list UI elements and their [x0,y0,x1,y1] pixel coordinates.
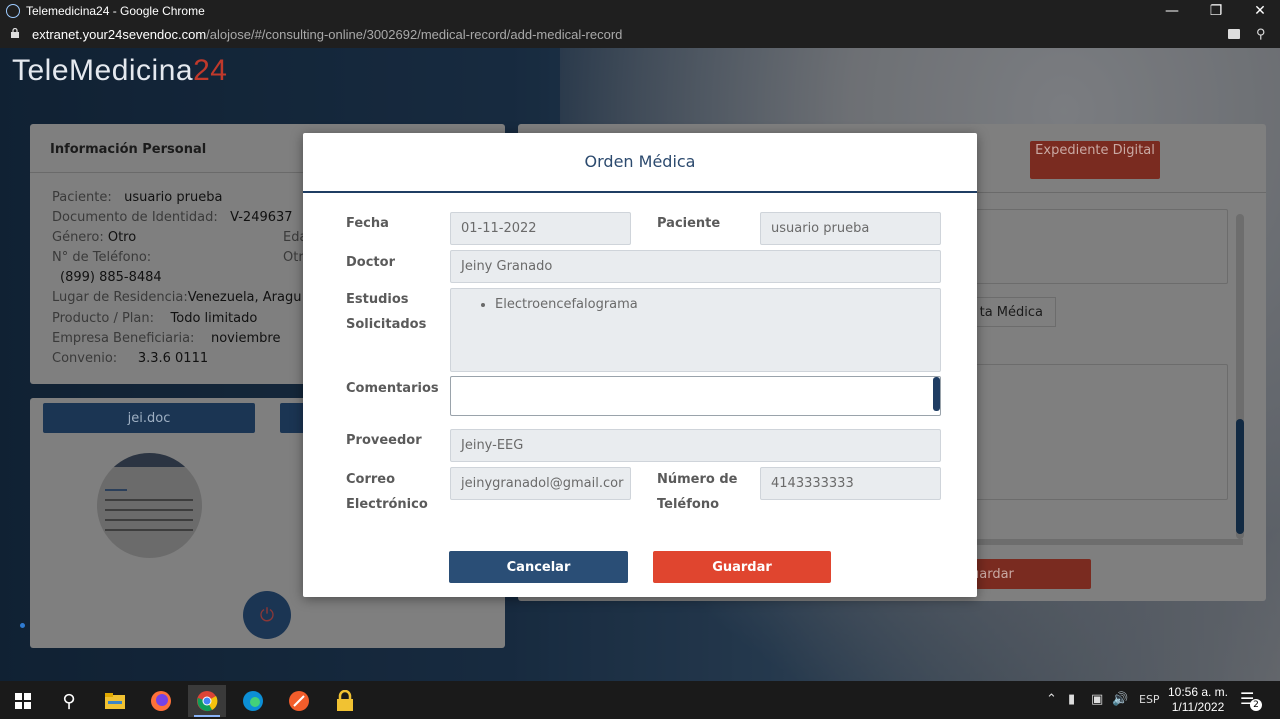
studies-label: Estudios [346,292,409,307]
info-row-agreement: Convenio: 3.3.6 0111 [52,351,209,366]
windows-taskbar: ⚲ ⌃ ▮ ▣ 🔊 ESP 10:56 a. m. 1/11/2022 ☰ 2 [0,681,1280,719]
studies-list: Electroencefalograma [495,297,930,312]
modal-title-divider [303,191,977,193]
firefox-icon[interactable] [142,685,180,717]
address-bar[interactable]: extranet.your24sevendoc.com/alojose/#/co… [0,22,1280,48]
end-call-power-icon[interactable]: ⏻ [243,591,291,639]
record-horizontal-scrollbar[interactable] [968,539,1243,545]
windows-start-icon[interactable] [4,685,42,717]
lock-icon [11,28,19,38]
notifications-icon[interactable]: ☰ 2 [1240,689,1262,711]
active-app-indicator [194,715,220,717]
taskbar-clock[interactable]: 10:56 a. m. 1/11/2022 [1160,685,1236,715]
compass-app-icon[interactable] [280,685,318,717]
digital-record-button[interactable]: Expediente Digital [1030,141,1160,179]
provider-field[interactable]: Jeiny-EEG [450,429,941,462]
language-indicator[interactable]: ESP [1139,693,1160,706]
video-preview-row [105,529,193,531]
email-label-2: Electrónico [346,497,428,512]
close-icon[interactable]: ✕ [1240,0,1280,22]
edge-icon[interactable] [234,685,272,717]
clock-date: 1/11/2022 [1171,700,1225,714]
chrome-icon[interactable] [188,685,226,717]
provider-label: Proveedor [346,433,422,448]
logo-accent: 24 [193,54,228,87]
info-row-other-label: Otr [283,250,304,265]
participant-button[interactable]: jei.doc [43,403,255,433]
comments-scrollbar[interactable] [933,377,940,411]
url-text[interactable]: extranet.your24sevendoc.com/alojose/#/co… [32,27,622,42]
cancel-button[interactable]: Cancelar [449,551,628,583]
battery-icon[interactable]: ▮ [1068,692,1075,707]
date-field[interactable]: 01-11-2022 [450,212,631,245]
clock-time: 10:56 a. m. [1167,685,1229,699]
video-preview-row [105,519,193,521]
telemedicina-logo: TeleMedicina24 [12,54,227,88]
save-button[interactable]: Guardar [653,551,831,583]
restore-icon[interactable]: ❐ [1196,0,1236,22]
minimize-icon[interactable]: — [1152,0,1192,22]
phone-label-2: Teléfono [657,497,720,512]
url-host: extranet.your24sevendoc.com [32,27,207,42]
video-preview-row [105,499,193,501]
email-field[interactable]: jeinygranadol@gmail.cor [450,467,631,500]
phone-field[interactable]: 4143333333 [760,467,941,500]
patient-label: Paciente [657,216,721,231]
file-explorer-icon[interactable] [96,685,134,717]
tray-chevron-up-icon[interactable]: ⌃ [1046,692,1057,707]
modal-title: Orden Médica [584,152,696,171]
video-preview[interactable] [97,453,202,558]
info-row-document: Documento de Identidad: V-249637 [52,210,293,225]
status-dot [20,623,25,628]
patient-field[interactable]: usuario prueba [760,212,941,245]
url-path: /alojose/#/consulting-online/3002692/med… [206,27,623,42]
camera-icon[interactable] [1228,29,1240,39]
record-textarea-2[interactable] [968,364,1228,500]
studies-list-item: Electroencefalograma [495,297,930,312]
comments-label: Comentarios [346,381,439,396]
record-scrollbar[interactable] [1236,214,1244,539]
info-row-patient: Paciente: usuario prueba [52,190,223,205]
vpn-lock-icon[interactable] [326,685,364,717]
volume-icon[interactable]: 🔊 [1112,692,1128,707]
personal-info-heading: Información Personal [50,142,207,157]
doctor-field[interactable]: Jeiny Granado [450,250,941,283]
info-row-phone-label: N° de Teléfono: [52,250,152,265]
date-label: Fecha [346,216,389,231]
info-row-gender: Género: Otro [52,230,137,245]
video-preview-row [105,509,193,511]
scrollbar-thumb[interactable] [1236,419,1244,534]
email-label: Correo [346,472,396,487]
key-icon[interactable]: ⚲ [1256,26,1266,42]
medical-order-modal: Orden Médica Fecha 01-11-2022 Paciente u… [303,133,977,597]
video-preview-header [97,453,202,467]
browser-titlebar: Telemedicina24 - Google Chrome — ❐ ✕ [0,0,1280,22]
notifications-badge: 2 [1250,699,1262,711]
studies-label-2: Solicitados [346,317,427,332]
search-icon[interactable]: ⚲ [50,685,88,717]
info-row-company: Empresa Beneficiaria: noviembre [52,331,281,346]
doctor-label: Doctor [346,255,395,270]
window-title: Telemedicina24 - Google Chrome [26,4,205,18]
comments-input[interactable] [450,376,941,416]
studies-list-field[interactable]: Electroencefalograma [450,288,941,372]
logo-text: TeleMedicina [12,54,194,87]
info-row-residence: Lugar de Residencia:Venezuela, Aragu [52,290,302,305]
record-textarea-1[interactable] [968,209,1228,284]
site-favicon-icon [6,4,20,18]
info-row-phone-value: (899) 885-8484 [60,270,162,285]
network-icon[interactable]: ▣ [1091,692,1103,707]
info-row-plan: Producto / Plan: Todo limitado [52,311,258,326]
phone-label: Número de [657,472,738,487]
record-save-button[interactable]: uardar [963,559,1091,589]
video-preview-row [105,489,127,491]
